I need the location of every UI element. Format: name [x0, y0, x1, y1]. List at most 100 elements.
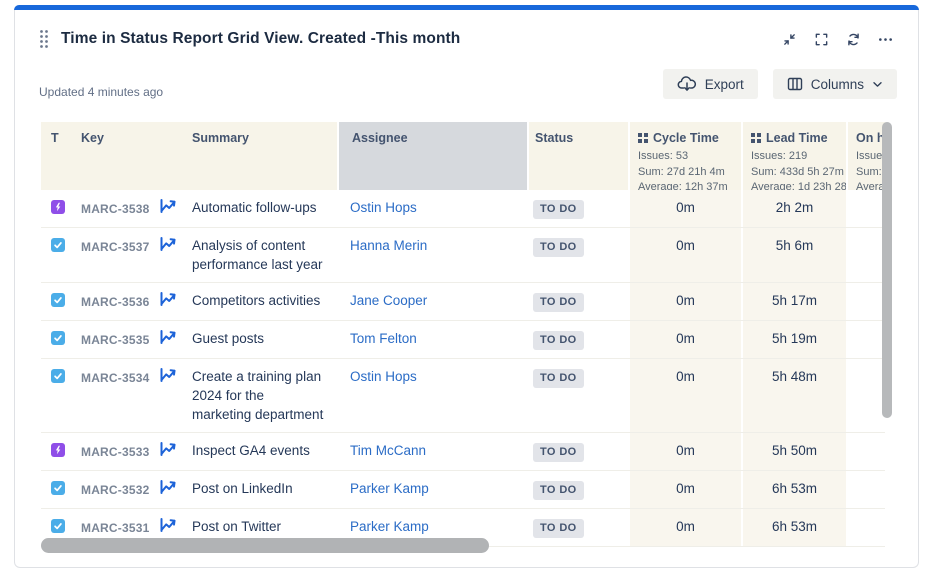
issue-key[interactable]: MARC-3534 — [81, 367, 150, 388]
chart-icon[interactable] — [159, 198, 178, 214]
issue-type-icon — [51, 238, 65, 252]
assignee-link[interactable]: Ostin Hops — [350, 200, 417, 215]
issue-key[interactable]: MARC-3531 — [81, 517, 150, 538]
vertical-scrollbar[interactable] — [882, 122, 892, 418]
lead-time-value: 2h 2m — [741, 190, 846, 227]
lead-time-value: 6h 53m — [741, 509, 846, 546]
refresh-icon[interactable] — [845, 31, 862, 48]
on-hold-label: On ho — [856, 131, 885, 145]
assignee-link[interactable]: Jane Cooper — [350, 293, 427, 308]
chart-icon[interactable] — [159, 517, 178, 533]
on-hold-cell — [846, 321, 885, 358]
column-header-cycle-time[interactable]: Cycle Time Issues: 53 Sum: 27d 21h 4m Av… — [628, 122, 741, 190]
status-badge: TO DO — [533, 238, 584, 257]
issue-summary: Automatic follow-ups — [189, 190, 337, 227]
cycle-time-value: 0m — [628, 433, 741, 470]
column-header-assignee[interactable]: Assignee — [337, 122, 527, 190]
horizontal-scrollbar[interactable] — [41, 538, 489, 553]
assignee-link[interactable]: Parker Kamp — [350, 519, 429, 534]
on-hold-average: Averag — [856, 180, 885, 190]
issues-table: T Key Summary Assignee Status Cycle Time… — [41, 122, 885, 547]
chart-icon[interactable] — [159, 236, 178, 252]
table-row: MARC-3532 Post on LinkedIn Parker Kamp T… — [41, 471, 885, 509]
cycle-time-average: Average: 12h 37m — [638, 180, 741, 190]
status-badge: TO DO — [533, 369, 584, 388]
issue-type-icon — [51, 293, 65, 307]
status-badge: TO DO — [533, 200, 584, 219]
more-icon[interactable] — [877, 31, 894, 48]
lead-time-value: 5h 50m — [741, 433, 846, 470]
chart-icon[interactable] — [159, 367, 178, 383]
issue-summary: Inspect GA4 events — [189, 433, 337, 470]
on-hold-cell — [846, 190, 885, 227]
on-hold-cell — [846, 433, 885, 470]
issue-type-icon — [51, 481, 65, 495]
table-row: MARC-3537 Analysis of content performanc… — [41, 228, 885, 283]
issue-type-icon — [51, 200, 65, 214]
on-hold-cell — [846, 228, 885, 282]
fullscreen-icon[interactable] — [813, 31, 830, 48]
cycle-time-value: 0m — [628, 283, 741, 320]
lead-time-value: 5h 48m — [741, 359, 846, 432]
column-header-on-hold[interactable]: On ho Issues: Sum: 3 Averag — [846, 122, 885, 190]
lead-time-average: Average: 1d 23h 28m — [751, 180, 846, 190]
issue-key[interactable]: MARC-3535 — [81, 329, 150, 350]
issue-type-icon — [51, 331, 65, 345]
on-hold-cell — [846, 509, 885, 546]
issue-summary: Guest posts — [189, 321, 337, 358]
table-row: MARC-3536 Competitors activities Jane Co… — [41, 283, 885, 321]
assignee-link[interactable]: Ostin Hops — [350, 369, 417, 384]
grid-icon — [751, 133, 761, 143]
issue-key[interactable]: MARC-3537 — [81, 236, 150, 257]
assignee-link[interactable]: Hanna Merin — [350, 238, 427, 253]
collapse-icon[interactable] — [781, 31, 798, 48]
on-hold-cell — [846, 283, 885, 320]
issue-type-icon — [51, 369, 65, 383]
column-header-lead-time[interactable]: Lead Time Issues: 219 Sum: 433d 5h 27m A… — [741, 122, 846, 190]
drag-handle-icon[interactable] — [39, 31, 49, 47]
column-header-key[interactable]: Key — [77, 122, 189, 190]
cloud-download-icon — [677, 76, 697, 92]
assignee-link[interactable]: Parker Kamp — [350, 481, 429, 496]
issue-key[interactable]: MARC-3538 — [81, 198, 150, 219]
issue-summary: Create a training plan 2024 for the mark… — [189, 359, 337, 432]
lead-time-label: Lead Time — [766, 131, 828, 145]
table-row: MARC-3533 Inspect GA4 events Tim McCann … — [41, 433, 885, 471]
on-hold-sum: Sum: 3 — [856, 165, 885, 181]
issue-type-icon — [51, 519, 65, 533]
status-badge: TO DO — [533, 293, 584, 312]
issue-summary: Post on LinkedIn — [189, 471, 337, 508]
chart-icon[interactable] — [159, 291, 178, 307]
assignee-link[interactable]: Tim McCann — [350, 443, 426, 458]
column-header-status[interactable]: Status — [527, 122, 628, 190]
chart-icon[interactable] — [159, 479, 178, 495]
report-gadget-card: Time in Status Report Grid View. Created… — [14, 5, 919, 568]
columns-button-label: Columns — [811, 77, 864, 92]
table-toolbar: Export Columns — [663, 69, 897, 99]
issue-key[interactable]: MARC-3533 — [81, 441, 150, 462]
status-badge: TO DO — [533, 331, 584, 350]
issue-summary: Analysis of content performance last yea… — [189, 228, 337, 282]
table-row: MARC-3535 Guest posts Tom Felton TO DO 0… — [41, 321, 885, 359]
lead-time-value: 5h 6m — [741, 228, 846, 282]
lead-time-value: 6h 53m — [741, 471, 846, 508]
page-title: Time in Status Report Grid View. Created… — [61, 30, 460, 48]
assignee-link[interactable]: Tom Felton — [350, 331, 417, 346]
columns-button[interactable]: Columns — [773, 69, 897, 99]
on-hold-cell — [846, 359, 885, 432]
issue-summary: Competitors activities — [189, 283, 337, 320]
status-badge: TO DO — [533, 481, 584, 500]
status-badge: TO DO — [533, 519, 584, 538]
cycle-time-value: 0m — [628, 471, 741, 508]
issue-key[interactable]: MARC-3532 — [81, 479, 150, 500]
lead-time-value: 5h 19m — [741, 321, 846, 358]
cycle-time-value: 0m — [628, 359, 741, 432]
column-header-summary[interactable]: Summary — [189, 122, 337, 190]
chart-icon[interactable] — [159, 329, 178, 345]
export-button[interactable]: Export — [663, 69, 758, 99]
cycle-time-label: Cycle Time — [653, 131, 719, 145]
issue-key[interactable]: MARC-3536 — [81, 291, 150, 312]
grid-icon — [638, 133, 648, 143]
chart-icon[interactable] — [159, 441, 178, 457]
column-header-type[interactable]: T — [41, 122, 77, 190]
